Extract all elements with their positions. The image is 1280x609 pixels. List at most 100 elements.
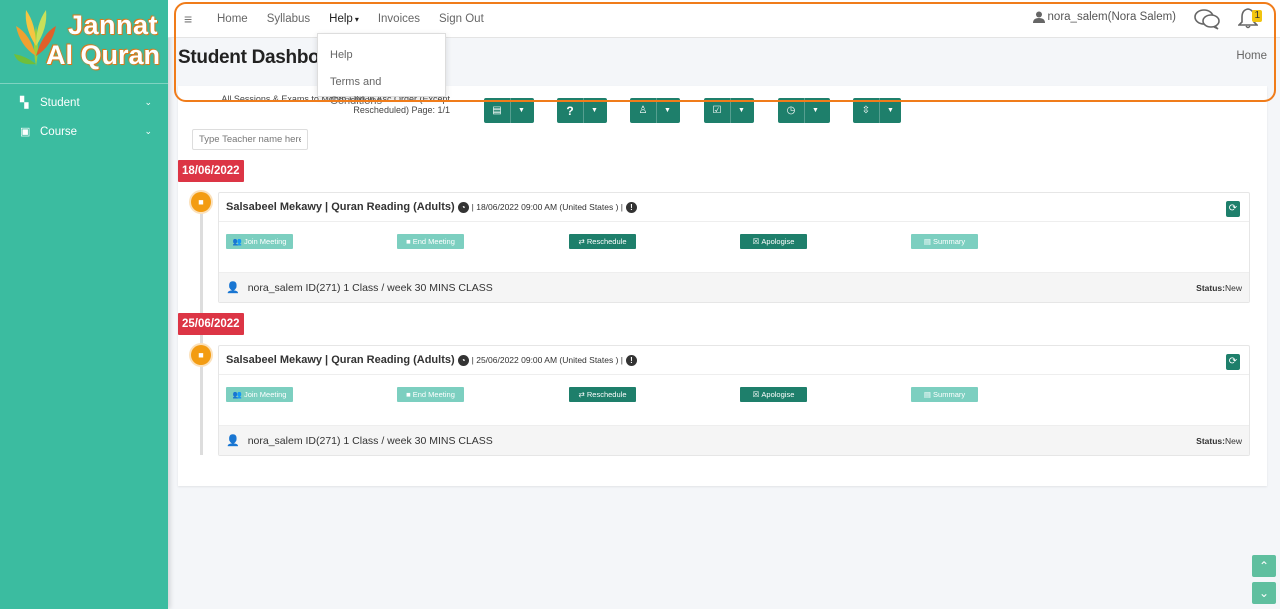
end-meeting-button[interactable]: ■ End Meeting <box>397 234 464 249</box>
date-badge: 25/06/2022 <box>178 313 244 335</box>
nav-syllabus[interactable]: Syllabus <box>265 13 312 25</box>
button-label: Apologise <box>761 237 795 246</box>
scroll-down-button[interactable]: ⌄ <box>1252 582 1276 604</box>
button-label: Summary <box>933 237 966 246</box>
sidebar: Jannat Al Quran ▚ Student ⌄ ▣ Course ⌄ <box>0 0 168 609</box>
sidebar-item-label: Student <box>40 96 80 109</box>
book-icon: ▣ <box>20 126 31 138</box>
menu-item-terms[interactable]: Terms and Conditions <box>318 69 445 107</box>
breadcrumb[interactable]: Home <box>1236 50 1267 62</box>
caret-down-icon: ▼ <box>879 98 901 123</box>
nav-home[interactable]: Home <box>215 13 250 25</box>
session-title: Salsabeel Mekawy | Quran Reading (Adults… <box>226 354 455 366</box>
filter-book-dropdown[interactable]: ▤ ▼ <box>484 98 534 123</box>
sidebar-item-course[interactable]: ▣ Course ⌄ <box>0 117 168 146</box>
sitemap-icon: ▚ <box>20 97 29 109</box>
filter-calendar-dropdown[interactable]: ☑ ▼ <box>704 98 754 123</box>
chevron-down-icon: ⌄ <box>144 97 152 107</box>
menu-toggle-icon[interactable]: ≡ <box>184 11 200 27</box>
status-text: Status:New <box>1196 283 1242 293</box>
status-value: New <box>1224 436 1242 446</box>
list-icon: ▤ <box>923 237 934 246</box>
session-meta: | 25/06/2022 09:00 AM (United States ) | <box>471 355 624 365</box>
session-header: Salsabeel Mekawy | Quran Reading (Adults… <box>219 193 1249 222</box>
user-icon <box>1032 11 1045 23</box>
chevron-down-icon: ⌄ <box>144 126 152 136</box>
user-menu[interactable]: nora_salem(Nora Salem) <box>1032 11 1176 23</box>
nav-help-label: Help <box>329 12 353 25</box>
chat-icon[interactable] <box>1194 8 1220 30</box>
nav-sign-out[interactable]: Sign Out <box>437 13 486 25</box>
info-icon[interactable]: ! <box>626 354 638 366</box>
calendar-check-icon: ☑ <box>712 105 722 116</box>
apologise-button[interactable]: ☒ Apologise <box>740 387 807 402</box>
sidebar-item-student[interactable]: ▚ Student ⌄ <box>0 88 168 117</box>
end-meeting-button[interactable]: ■ End Meeting <box>397 387 464 402</box>
brand-line2: Al Quran <box>46 40 161 70</box>
caret-down-icon: ▼ <box>583 98 605 123</box>
book-icon: ▤ <box>492 105 502 116</box>
button-label: End Meeting <box>412 237 455 246</box>
retweet-icon: ⇄ <box>578 237 587 246</box>
session-actions: 👥 Join Meeting ■ End Meeting ⇄ Reschedul… <box>219 222 1249 272</box>
date-badge: 18/06/2022 <box>178 160 244 182</box>
join-meeting-button[interactable]: 👥 Join Meeting <box>226 234 293 249</box>
sort-icon: ⇳ <box>861 105 871 116</box>
student-info: nora_salem ID(271) 1 Class / week 30 MIN… <box>247 281 493 294</box>
filter-summary: All Sessions & Exams to Month End in Asc… <box>221 94 450 115</box>
stop-icon: ■ <box>406 390 413 399</box>
button-label: Apologise <box>761 390 795 399</box>
users-icon: 👥 <box>232 237 244 246</box>
reschedule-button[interactable]: ⇄ Reschedule <box>569 387 636 402</box>
clock-icon: ◔ <box>457 354 469 366</box>
chevron-down-icon: ⌄ <box>1258 586 1270 600</box>
notification-count-badge: 1 <box>1252 10 1262 22</box>
filter-clock-dropdown[interactable]: ◷ ▼ <box>778 98 830 123</box>
reschedule-button[interactable]: ⇄ Reschedule <box>569 234 636 249</box>
info-icon[interactable]: ! <box>626 201 638 213</box>
filter-user-dropdown[interactable]: ♙ ▼ <box>630 98 680 123</box>
button-label: Reschedule <box>586 237 627 246</box>
menu-item-help[interactable]: Help <box>318 42 445 69</box>
user-icon: 👤 <box>226 282 240 294</box>
clock-icon: ◷ <box>786 105 796 116</box>
summary-button[interactable]: ▤ Summary <box>911 387 978 402</box>
summary-button[interactable]: ▤ Summary <box>911 234 978 249</box>
refresh-button[interactable]: ⟳ <box>1226 201 1240 217</box>
stop-icon: ■ <box>406 237 413 246</box>
brand-logo[interactable]: Jannat Al Quran <box>0 0 168 84</box>
filter-question-dropdown[interactable]: ? ▼ <box>557 98 607 123</box>
button-label: Reschedule <box>586 390 627 399</box>
caret-down-icon: ▼ <box>804 98 826 123</box>
video-camera-icon: ■ <box>191 192 211 212</box>
session-meta: | 18/06/2022 09:00 AM (United States ) | <box>471 202 624 212</box>
scroll-up-button[interactable]: ⌃ <box>1252 555 1276 577</box>
chevron-up-icon: ⌃ <box>1258 559 1270 573</box>
caret-down-icon: ▾ <box>354 14 359 24</box>
clock-icon: ◔ <box>457 201 469 213</box>
sidebar-item-label: Course <box>40 125 78 138</box>
join-meeting-button[interactable]: 👥 Join Meeting <box>226 387 293 402</box>
student-info: nora_salem ID(271) 1 Class / week 30 MIN… <box>247 434 493 447</box>
teacher-search-input[interactable] <box>192 129 308 150</box>
status-label: Status: <box>1196 283 1225 293</box>
nav-help[interactable]: Help ▾ <box>327 13 361 25</box>
list-icon: ▤ <box>923 390 934 399</box>
user-icon: 👤 <box>226 435 240 447</box>
notifications-bell[interactable]: 1 <box>1237 7 1262 31</box>
user-icon: ♙ <box>638 105 648 116</box>
button-label: Join Meeting <box>243 237 287 246</box>
refresh-button[interactable]: ⟳ <box>1226 354 1240 370</box>
filter-sort-dropdown[interactable]: ⇳ ▼ <box>853 98 901 123</box>
session-title: Salsabeel Mekawy | Quran Reading (Adults… <box>226 201 455 213</box>
session-item: Salsabeel Mekawy | Quran Reading (Adults… <box>218 345 1250 456</box>
nav-invoices[interactable]: Invoices <box>376 13 422 25</box>
session-actions: 👥 Join Meeting ■ End Meeting ⇄ Reschedul… <box>219 375 1249 425</box>
caret-down-icon: ▼ <box>656 98 678 123</box>
session-header: Salsabeel Mekawy | Quran Reading (Adults… <box>219 346 1249 375</box>
apologise-button[interactable]: ☒ Apologise <box>740 234 807 249</box>
users-icon: 👥 <box>232 390 244 399</box>
user-name: nora_salem(Nora Salem) <box>1047 11 1176 23</box>
session-footer: 👤 nora_salem ID(271) 1 Class / week 30 M… <box>219 425 1249 455</box>
video-camera-icon: ■ <box>191 345 211 365</box>
